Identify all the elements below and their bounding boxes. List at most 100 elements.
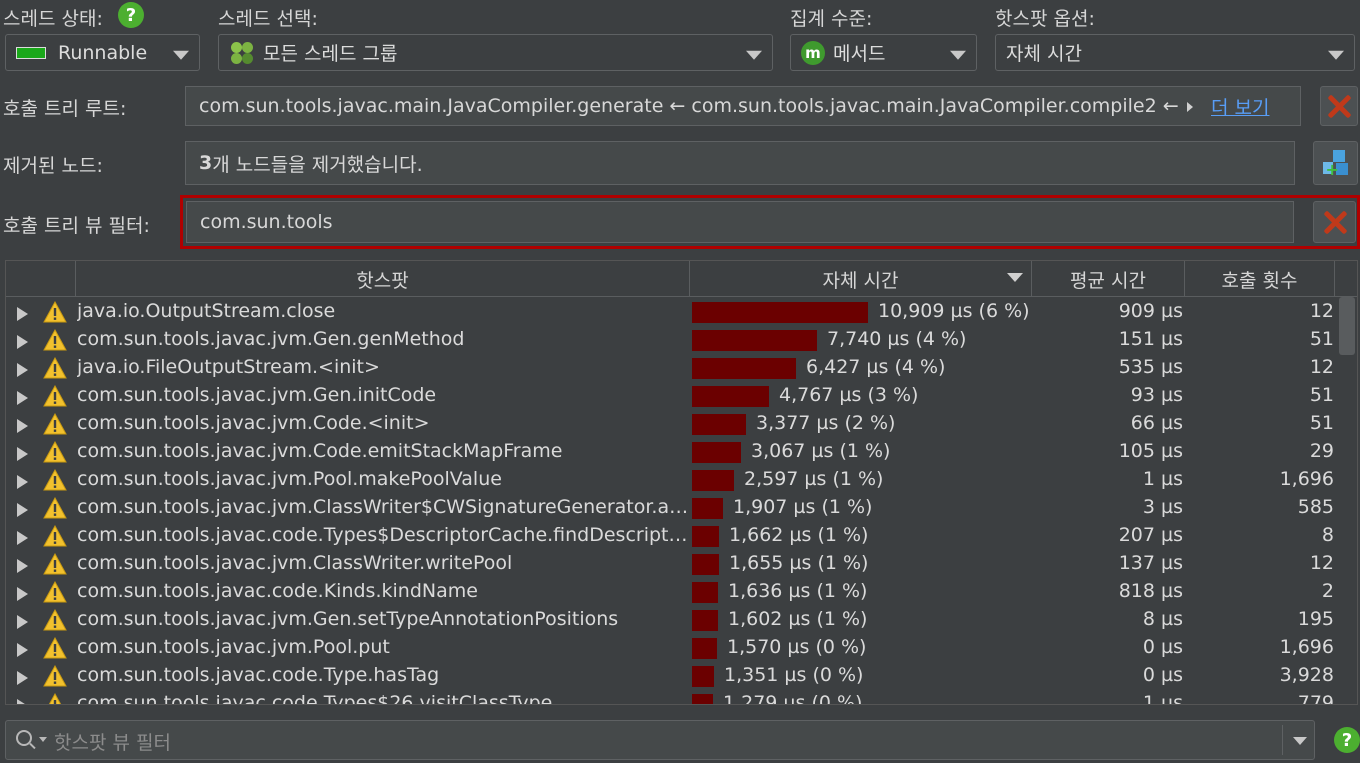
expand-arrow-icon[interactable]: [17, 447, 28, 461]
expand-arrow-icon[interactable]: [17, 419, 28, 433]
vertical-scrollbar[interactable]: [1337, 297, 1357, 704]
view-filter-input[interactable]: com.sun.tools: [186, 201, 1294, 243]
avg-time-value: 207 µs: [1118, 524, 1183, 546]
self-time-bar: [692, 582, 718, 603]
thread-state-dropdown[interactable]: Runnable: [5, 34, 200, 71]
header-call-count[interactable]: 호출 횟수: [1185, 261, 1335, 297]
chevron-right-icon: [1187, 102, 1193, 112]
avg-time-value: 151 µs: [1118, 328, 1183, 350]
self-time-bar: [692, 526, 719, 547]
warning-icon: [43, 469, 67, 491]
removed-nodes-label: 제거된 노드:: [3, 155, 103, 177]
sort-desc-icon: [1007, 273, 1023, 282]
warning-icon: [43, 357, 67, 379]
clear-filter-button[interactable]: [1313, 201, 1356, 243]
aggregation-dropdown[interactable]: m 메서드: [790, 34, 977, 71]
table-row[interactable]: com.sun.tools.javac.code.Type.hasTag 1,35…: [6, 662, 1336, 690]
table-row[interactable]: com.sun.tools.javac.jvm.Code.<init> 3,377…: [6, 410, 1336, 438]
call-count-value: 3,928: [1279, 664, 1334, 686]
call-count-value: 12: [1309, 552, 1334, 574]
expand-arrow-icon[interactable]: [17, 699, 28, 704]
table-row[interactable]: com.sun.tools.javac.code.Types$Descripto…: [6, 522, 1336, 550]
header-hotspot[interactable]: 핫스팟: [76, 261, 690, 297]
self-time-bar: [692, 666, 714, 687]
hotspot-method-name: com.sun.tools.javac.jvm.Gen.initCode: [77, 384, 437, 406]
expand-arrow-icon[interactable]: [17, 587, 28, 601]
search-input[interactable]: 핫스팟 뷰 필터: [54, 728, 171, 755]
self-time-value: 3,377 µs (2 %): [756, 412, 896, 434]
chevron-down-icon: [1328, 50, 1344, 60]
self-time-value: 4,767 µs (3 %): [779, 384, 919, 406]
table-header: 핫스팟 자체 시간 평균 시간 호출 횟수: [6, 261, 1357, 297]
table-row[interactable]: com.sun.tools.javac.jvm.Gen.genMethod 7,7…: [6, 326, 1336, 354]
avg-time-value: 0 µs: [1142, 636, 1183, 658]
hotspot-search-box[interactable]: 핫스팟 뷰 필터: [5, 720, 1315, 760]
header-self-time-label: 자체 시간: [822, 269, 899, 292]
table-row[interactable]: com.sun.tools.javac.jvm.Gen.setTypeAnnot…: [6, 606, 1336, 634]
clear-root-button[interactable]: [1320, 86, 1358, 126]
restore-nodes-button[interactable]: +: [1313, 141, 1358, 185]
self-time-bar: [692, 694, 713, 704]
table-row[interactable]: com.sun.tools.javac.jvm.ClassWriter.writ…: [6, 550, 1336, 578]
expand-arrow-icon[interactable]: [17, 503, 28, 517]
expand-arrow-icon[interactable]: [17, 643, 28, 657]
expand-arrow-icon[interactable]: [17, 335, 28, 349]
table-row[interactable]: com.sun.tools.javac.code.Types$26.visitC…: [6, 690, 1336, 704]
more-link[interactable]: 더 보기: [1211, 93, 1269, 120]
call-count-value: 1,696: [1279, 636, 1334, 658]
expand-arrow-icon[interactable]: [17, 475, 28, 489]
warning-icon: [43, 385, 67, 407]
hotspot-method-name: com.sun.tools.javac.jvm.Gen.genMethod: [77, 328, 465, 350]
table-row[interactable]: com.sun.tools.javac.code.Kinds.kindName 1…: [6, 578, 1336, 606]
thread-state-label: 스레드 상태:: [3, 8, 103, 30]
chevron-down-icon: [950, 50, 966, 60]
self-time-value: 10,909 µs (6 %): [878, 300, 1030, 322]
table-row[interactable]: java.io.FileOutputStream.<init> 6,427 µs …: [6, 354, 1336, 382]
expand-arrow-icon[interactable]: [17, 559, 28, 573]
hotspot-table: 핫스팟 자체 시간 평균 시간 호출 횟수 java.io.OutputStre…: [5, 260, 1358, 705]
avg-time-value: 8 µs: [1142, 608, 1183, 630]
chevron-down-icon: [173, 50, 189, 60]
self-time-value: 1,570 µs (0 %): [727, 636, 867, 658]
expand-arrow-icon[interactable]: [17, 363, 28, 377]
search-handle-icon: [29, 742, 36, 750]
hotspot-options-dropdown[interactable]: 자체 시간: [995, 34, 1355, 71]
warning-icon: [43, 441, 67, 463]
table-row[interactable]: java.io.OutputStream.close 10,909 µs (6 %…: [6, 298, 1336, 326]
expand-arrow-icon[interactable]: [17, 307, 28, 321]
removed-nodes-count: 3: [199, 152, 213, 174]
call-count-value: 585: [1297, 496, 1334, 518]
call-count-value: 1,696: [1279, 468, 1334, 490]
avg-time-value: 909 µs: [1118, 300, 1183, 322]
expand-arrow-icon[interactable]: [17, 671, 28, 685]
hotspot-method-name: com.sun.tools.javac.jvm.Code.<init>: [77, 412, 430, 434]
expand-arrow-icon[interactable]: [17, 531, 28, 545]
hotspot-method-name: com.sun.tools.javac.code.Type.hasTag: [77, 664, 440, 686]
thread-select-label: 스레드 선택:: [218, 8, 318, 30]
hotspot-options-value: 자체 시간: [1006, 43, 1082, 65]
expand-arrow-icon[interactable]: [17, 391, 28, 405]
call-tree-root-label: 호출 트리 루트:: [3, 98, 127, 120]
view-filter-value: com.sun.tools: [200, 211, 333, 233]
expand-arrow-icon[interactable]: [17, 615, 28, 629]
header-avg-time[interactable]: 평균 시간: [1032, 261, 1185, 297]
self-time-bar: [692, 330, 817, 351]
help-icon[interactable]: ?: [118, 2, 144, 28]
chevron-down-icon[interactable]: [1293, 737, 1307, 745]
table-row[interactable]: com.sun.tools.javac.jvm.Code.emitStackMa…: [6, 438, 1336, 466]
header-expand-column: [6, 261, 76, 297]
header-self-time[interactable]: 자체 시간: [690, 261, 1032, 297]
table-row[interactable]: com.sun.tools.javac.jvm.Pool.makePoolVal…: [6, 466, 1336, 494]
table-row[interactable]: com.sun.tools.javac.jvm.Gen.initCode 4,76…: [6, 382, 1336, 410]
thread-select-dropdown[interactable]: 모든 스레드 그룹: [218, 34, 773, 71]
table-row[interactable]: com.sun.tools.javac.jvm.Pool.put 1,570 µs…: [6, 634, 1336, 662]
scrollbar-thumb[interactable]: [1339, 297, 1355, 355]
call-count-value: 51: [1309, 412, 1334, 434]
help-icon[interactable]: ?: [1334, 727, 1360, 753]
self-time-value: 1,602 µs (1 %): [728, 608, 868, 630]
self-time-value: 6,427 µs (4 %): [806, 356, 946, 378]
close-icon: [1323, 210, 1347, 234]
table-row[interactable]: com.sun.tools.javac.jvm.ClassWriter$CWSi…: [6, 494, 1336, 522]
thread-group-icon: [229, 40, 255, 66]
removed-nodes-text: 개 노드들을 제거했습니다.: [212, 153, 423, 176]
